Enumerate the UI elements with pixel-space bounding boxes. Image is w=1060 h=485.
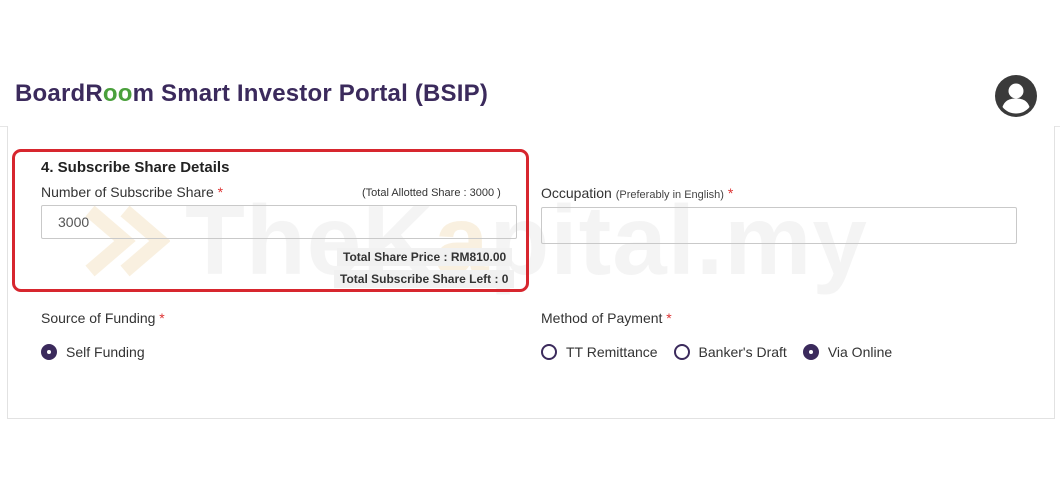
radio-selected-icon[interactable]	[41, 344, 57, 360]
occupation-input[interactable]	[541, 207, 1017, 244]
radio-label: Banker's Draft	[698, 344, 787, 360]
required-mark: *	[159, 310, 165, 326]
number-of-share-label: Number of Subscribe Share *	[41, 184, 223, 200]
radio-label: TT Remittance	[566, 344, 658, 360]
number-of-share-label-text: Number of Subscribe Share	[41, 184, 214, 200]
app-header: BoardRoom Smart Investor Portal (BSIP)	[0, 68, 1060, 127]
source-of-funding-radio-group: Self Funding	[41, 342, 161, 362]
radio-self-funding[interactable]: Self Funding	[41, 344, 145, 360]
app-title: BoardRoom Smart Investor Portal (BSIP)	[15, 80, 488, 108]
source-of-funding-label: Source of Funding *	[41, 310, 165, 326]
required-mark: *	[217, 184, 224, 200]
method-of-payment-label: Method of Payment *	[541, 310, 672, 326]
total-share-left: Total Subscribe Share Left : 0	[334, 270, 515, 288]
radio-label: Self Funding	[66, 344, 145, 360]
radio-label: Via Online	[827, 344, 893, 360]
radio-via-online[interactable]: Via Online	[802, 344, 893, 360]
radio-unselected-icon[interactable]	[541, 344, 557, 360]
total-share-price: Total Share Price : RM810.00	[337, 248, 513, 266]
total-allotted-note: (Total Allotted Share : 3000 )	[362, 187, 501, 199]
source-of-funding-label-text: Source of Funding	[41, 310, 156, 326]
section-title: 4. Subscribe Share Details	[41, 159, 230, 176]
number-of-share-input[interactable]	[41, 205, 517, 239]
occupation-label-text: Occupation	[541, 185, 612, 201]
app-title-part-2: m Smart Investor Portal (BSIP)	[132, 80, 489, 107]
method-of-payment-radio-group: TT Remittance Banker's Draft Via Online	[541, 342, 908, 362]
user-avatar-icon[interactable]	[994, 74, 1038, 118]
radio-tt-remittance[interactable]: TT Remittance	[541, 344, 658, 360]
occupation-label: Occupation (Preferably in English) *	[541, 185, 733, 201]
app-title-part-1: BoardR	[15, 80, 103, 107]
method-of-payment-label-text: Method of Payment	[541, 310, 663, 326]
radio-bankers-draft[interactable]: Banker's Draft	[673, 344, 787, 360]
occupation-hint: (Preferably in English)	[615, 189, 724, 201]
required-mark: *	[666, 310, 672, 326]
app-title-oo: oo	[102, 80, 133, 107]
required-mark: *	[727, 185, 734, 201]
radio-selected-icon[interactable]	[802, 344, 819, 360]
radio-unselected-icon[interactable]	[673, 344, 690, 360]
